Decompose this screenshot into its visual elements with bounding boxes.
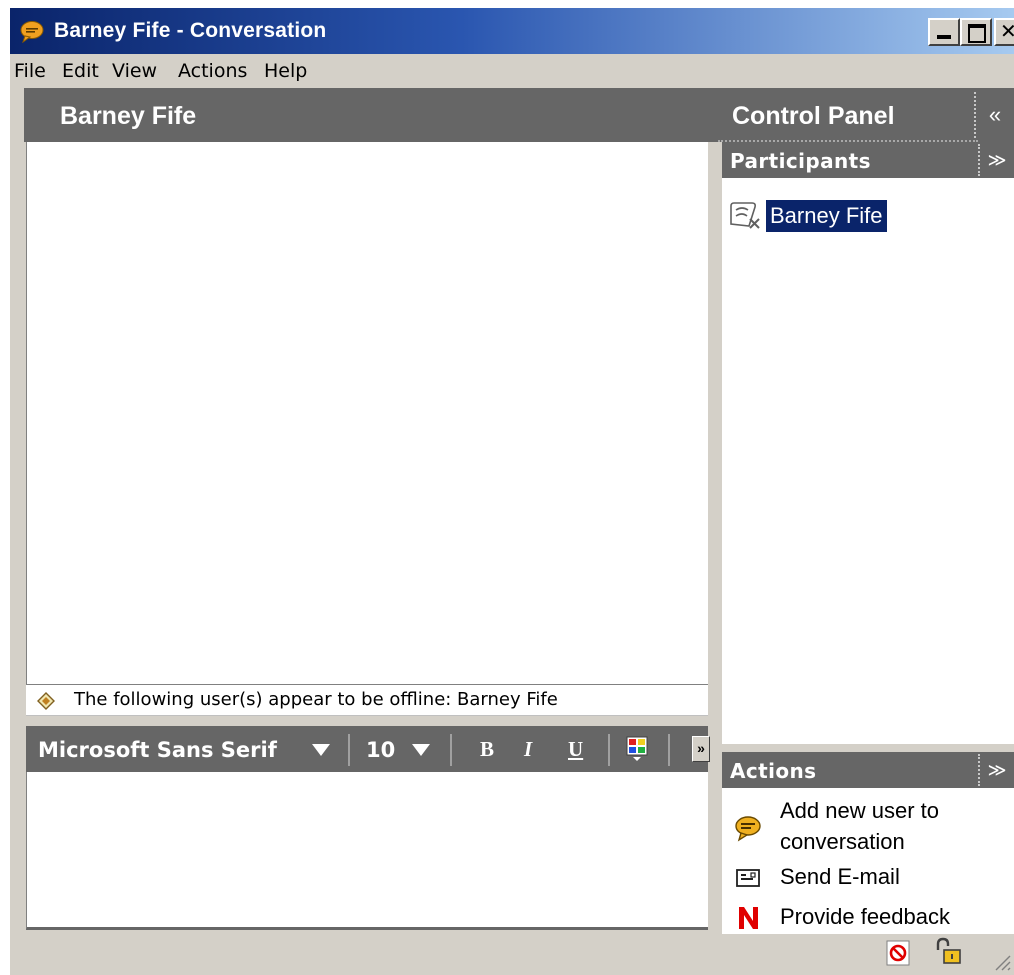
actions-header[interactable]: Actions ≫ (722, 752, 1014, 788)
diamond-info-icon (37, 692, 55, 710)
participant-item[interactable]: Barney Fife (766, 200, 887, 232)
email-icon (736, 869, 760, 887)
bold-button[interactable]: B (480, 726, 494, 772)
minimize-button[interactable] (928, 18, 960, 46)
maximize-button[interactable] (960, 18, 992, 46)
menu-file[interactable]: File (14, 54, 46, 88)
font-name-select[interactable]: Microsoft Sans Serif (38, 726, 277, 774)
status-bar (10, 934, 1014, 975)
message-history[interactable] (26, 142, 708, 684)
actions-toggle-icon[interactable]: ≫ (978, 754, 1014, 786)
participants-heading: Participants (730, 149, 871, 173)
collapse-panel-button[interactable]: « (974, 92, 1014, 138)
conversation-window: Barney Fife - Conversation File Edit Vie… (10, 8, 1014, 975)
offline-user-icon (730, 202, 760, 229)
action-add-user-label-line2: conversation (780, 829, 905, 854)
font-size-dropdown-icon[interactable] (412, 744, 430, 756)
action-send-email-label: Send E-mail (780, 864, 900, 889)
message-compose-input[interactable] (26, 772, 708, 930)
participants-list: Barney Fife (722, 178, 1014, 744)
close-button[interactable] (994, 18, 1014, 46)
menu-actions[interactable]: Actions (178, 54, 247, 88)
menu-edit[interactable]: Edit (62, 54, 99, 88)
window-title: Barney Fife - Conversation (54, 19, 327, 42)
toolbar-separator (668, 734, 670, 766)
action-send-email[interactable]: Send E-mail (722, 862, 1014, 894)
offline-notice-text: The following user(s) appear to be offli… (74, 689, 558, 710)
block-icon[interactable] (886, 940, 910, 966)
action-provide-feedback[interactable]: Provide feedback (722, 902, 1014, 934)
participants-header[interactable]: Participants ≫ (722, 142, 1014, 178)
conversation-header: Barney Fife (24, 88, 718, 142)
chat-bubble-icon (735, 816, 761, 842)
font-size-select[interactable]: 10 (366, 726, 395, 774)
resize-grip-icon[interactable] (990, 952, 1012, 972)
control-panel-header: Control Panel « (718, 88, 1014, 142)
title-bar[interactable]: Barney Fife - Conversation (10, 8, 1014, 54)
participants-toggle-icon[interactable]: ≫ (978, 144, 1014, 176)
novell-n-icon (739, 907, 758, 929)
toolbar-separator (450, 734, 452, 766)
font-name-dropdown-icon[interactable] (312, 744, 330, 756)
toolbar-separator (348, 734, 350, 766)
menu-bar: File Edit View Actions Help (10, 54, 1014, 88)
underline-button[interactable]: U (568, 726, 583, 772)
more-tools-button[interactable]: » (692, 736, 710, 762)
offline-notice: The following user(s) appear to be offli… (26, 684, 708, 716)
control-panel-title: Control Panel (732, 102, 895, 130)
actions-list: Add new user to conversation Send E-mail… (722, 788, 1014, 934)
menu-view[interactable]: View (112, 54, 157, 88)
action-add-user-label-line1: Add new user to (780, 798, 939, 823)
menu-help[interactable]: Help (264, 54, 307, 88)
color-palette-icon[interactable] (626, 736, 648, 762)
unlock-icon[interactable] (932, 936, 962, 966)
format-toolbar: Microsoft Sans Serif 10 B I U » (26, 726, 710, 774)
italic-button[interactable]: I (524, 726, 532, 772)
toolbar-separator (608, 734, 610, 766)
conversation-title: Barney Fife (60, 102, 197, 130)
action-provide-feedback-label: Provide feedback (780, 904, 950, 929)
action-add-user[interactable]: Add new user to conversation (722, 796, 1014, 858)
chat-bubble-icon (20, 21, 44, 43)
actions-heading: Actions (730, 759, 817, 783)
